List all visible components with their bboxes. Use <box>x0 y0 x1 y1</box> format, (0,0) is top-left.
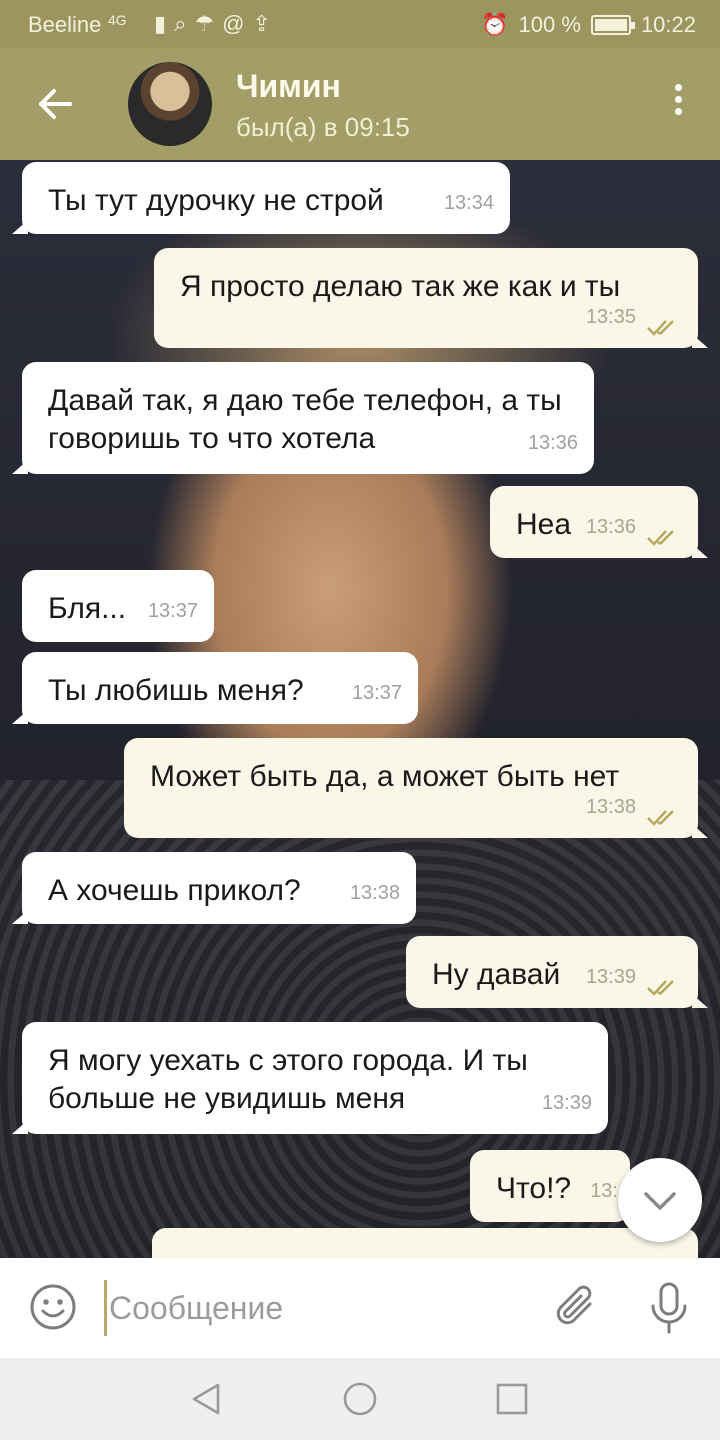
message-time: 13:34 <box>443 192 494 214</box>
voice-message-button[interactable] <box>644 1280 694 1336</box>
double-check-icon <box>647 530 674 546</box>
more-options-button[interactable] <box>672 84 684 124</box>
scroll-to-bottom-button[interactable] <box>618 1158 702 1242</box>
microphone-icon <box>651 1282 687 1334</box>
message-outgoing-partial[interactable] <box>152 1228 698 1258</box>
message-time: 13: <box>590 1180 618 1202</box>
double-check-icon <box>647 980 674 996</box>
clock: 10:22 <box>640 12 696 37</box>
message-outgoing[interactable]: Может быть да, а может быть нет 13:38 <box>124 738 708 838</box>
double-check-icon <box>647 320 674 336</box>
message-text: Может быть да, а может быть нет <box>150 760 620 793</box>
more-vertical-icon <box>674 84 682 91</box>
upload-icon: ⇪ <box>252 11 271 36</box>
chevron-down-icon <box>644 1192 676 1210</box>
chat-messages[interactable]: Ты тут дурочку не строй 13:34 Я просто д… <box>0 160 720 1258</box>
message-outgoing[interactable]: Неа 13:36 <box>490 486 708 558</box>
message-incoming[interactable]: Ты тут дурочку не строй 13:34 <box>12 162 510 234</box>
message-incoming[interactable]: Я могу уехать с этого города. И ты больш… <box>12 1022 608 1134</box>
message-text: А хочешь прикол? <box>48 874 301 907</box>
message-text: Неа <box>516 508 572 541</box>
search-icon: ⌕ <box>174 11 187 36</box>
message-outgoing[interactable]: Что!? 13: <box>470 1150 630 1222</box>
composer-bar <box>0 1258 720 1358</box>
message-time: 13:37 <box>351 682 402 704</box>
signal-icon: ▮ <box>154 11 167 36</box>
network-type: 4G <box>108 12 127 28</box>
system-navigation-bar <box>0 1358 720 1440</box>
arrow-left-icon <box>39 89 72 119</box>
nav-recents-icon[interactable] <box>494 1381 530 1417</box>
status-bar: Beeline 4G ▮ ⌕ ☂ @ ⇪ ⏰ 100 % 10:22 <box>0 0 720 48</box>
status-icons: ▮ ⌕ ☂ @ ⇪ <box>154 11 271 37</box>
more-vertical-icon-dot <box>674 96 682 103</box>
message-text: Я просто делаю так же как и ты <box>180 270 621 303</box>
message-text: Ты тут дурочку не строй <box>48 184 384 217</box>
more-vertical-icon-dot <box>674 108 682 115</box>
message-incoming[interactable]: Давай так, я даю тебе телефон, а ты гово… <box>12 362 594 474</box>
message-time: 13:36 <box>585 516 636 538</box>
smiley-icon <box>30 1284 76 1330</box>
alarm-icon: ⏰ <box>481 12 509 37</box>
message-incoming[interactable]: Бля... 13:37 <box>22 570 214 642</box>
nav-back-icon[interactable] <box>188 1381 224 1417</box>
message-incoming[interactable]: А хочешь прикол? 13:38 <box>12 852 416 924</box>
message-time: 13:39 <box>541 1092 592 1114</box>
battery-icon <box>590 15 635 35</box>
nav-home-icon[interactable] <box>342 1381 378 1417</box>
message-text: Ну давай <box>432 958 561 991</box>
message-outgoing[interactable]: Ну давай 13:39 <box>406 936 708 1008</box>
emoji-button[interactable] <box>28 1282 78 1332</box>
back-button[interactable] <box>30 78 82 130</box>
message-time: 13:38 <box>349 882 400 904</box>
contact-avatar[interactable] <box>128 62 212 146</box>
umbrella-icon: ☂ <box>194 11 215 36</box>
message-time: 13:36 <box>527 432 578 454</box>
chat-header: Чимин был(а) в 09:15 <box>0 48 720 160</box>
contact-last-seen: был(а) в 09:15 <box>236 112 410 142</box>
message-text: Ты любишь меня? <box>48 674 304 707</box>
message-text: Давай так, я даю тебе телефон, а ты гово… <box>48 384 562 455</box>
message-time: 13:35 <box>585 306 636 328</box>
paperclip-icon <box>556 1285 592 1325</box>
carrier-name: Beeline <box>28 12 102 37</box>
at-icon: @ <box>222 11 245 36</box>
contact-name[interactable]: Чимин <box>236 68 341 105</box>
message-incoming[interactable]: Ты любишь меня? 13:37 <box>12 652 418 724</box>
double-check-icon <box>647 810 674 826</box>
message-outgoing[interactable]: Я просто делаю так же как и ты 13:35 <box>154 248 708 348</box>
message-time: 13:39 <box>585 966 636 988</box>
message-text: Что!? <box>496 1172 572 1205</box>
message-text: Бля... <box>48 592 127 625</box>
message-text: Я могу уехать с этого города. И ты больш… <box>48 1044 528 1115</box>
message-time: 13:38 <box>585 796 636 818</box>
battery-percent: 100 % <box>518 12 581 37</box>
message-time: 13:37 <box>147 600 198 622</box>
message-input[interactable] <box>104 1280 534 1336</box>
attach-button[interactable] <box>552 1282 602 1332</box>
